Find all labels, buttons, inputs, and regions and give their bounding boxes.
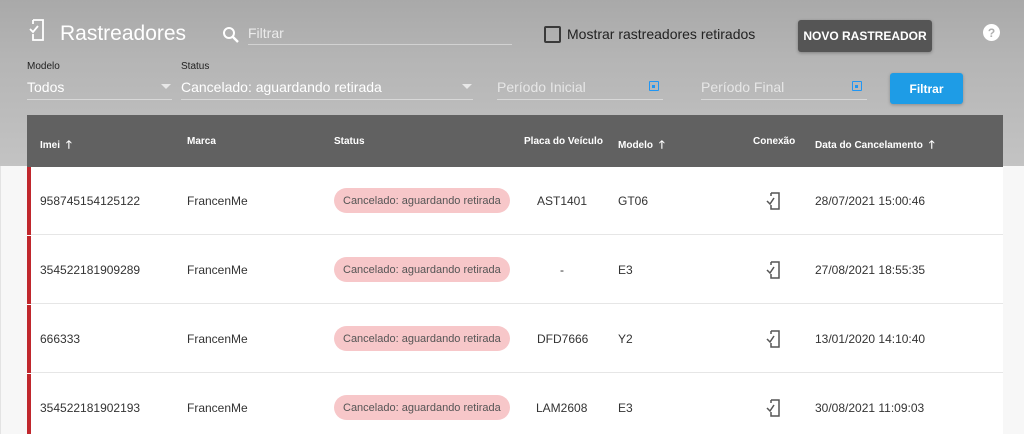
table-row[interactable]: 666333 FrancenMe Cancelado: aguardando r…	[27, 305, 1003, 373]
row-status-bar	[27, 236, 31, 304]
modelo-cell: E3	[618, 263, 633, 277]
modelo-cell: Y2	[618, 332, 633, 346]
status-badge: Cancelado: aguardando retirada	[334, 395, 510, 420]
show-retired-label: Mostrar rastreadores retirados	[567, 26, 756, 42]
column-header-status: Status	[334, 136, 365, 147]
placa-cell: LAM2608	[536, 401, 588, 415]
column-header-marca: Marca	[187, 136, 216, 147]
placa-cell: DFD7666	[537, 332, 589, 346]
sort-arrow-icon[interactable]: 🡑	[659, 136, 665, 155]
column-header-imei[interactable]: Imei 🡑	[40, 136, 72, 155]
table-row[interactable]: 354522181909289 FrancenMe Cancelado: agu…	[27, 236, 1003, 304]
new-tracker-button[interactable]: NOVO RASTREADOR	[798, 20, 932, 52]
page-title: Rastreadores	[60, 22, 187, 45]
row-status-bar	[27, 374, 31, 434]
table-row[interactable]: 958745154125122 FrancenMe Cancelado: agu…	[27, 167, 1003, 235]
sort-arrow-icon[interactable]: 🡑	[66, 136, 72, 155]
modelo-select[interactable]: Todos	[27, 79, 64, 95]
modelo-cell: GT06	[618, 194, 649, 208]
trackers-table: Imei 🡑 Marca Status Placa do Veículo Mode…	[27, 115, 1003, 434]
connection-icon	[766, 261, 780, 279]
modelo-underline	[27, 99, 172, 100]
imei-cell: 958745154125122	[40, 194, 141, 208]
table-header: Imei 🡑 Marca Status Placa do Veículo Mode…	[27, 115, 1003, 167]
connection-icon	[766, 330, 780, 348]
search-input[interactable]	[248, 21, 512, 45]
status-badge: Cancelado: aguardando retirada	[334, 188, 510, 213]
periodo-inicial-underline	[497, 99, 663, 100]
marca-cell: FrancenMe	[187, 401, 248, 415]
filter-button[interactable]: Filtrar	[890, 73, 963, 104]
modelo-label: Modelo	[27, 61, 60, 72]
tracker-phone-icon	[29, 19, 44, 41]
data-cancelamento-cell: 13/01/2020 14:10:40	[815, 332, 926, 346]
row-status-bar	[27, 305, 31, 373]
calendar-icon[interactable]	[649, 81, 659, 91]
chevron-down-icon[interactable]	[462, 84, 472, 89]
status-underline	[181, 99, 473, 100]
imei-cell: 354522181909289	[40, 263, 141, 277]
placa-cell: AST1401	[537, 194, 588, 208]
status-select[interactable]: Cancelado: aguardando retirada	[181, 79, 382, 95]
placa-cell: -	[560, 263, 564, 277]
column-header-modelo[interactable]: Modelo 🡑	[618, 136, 665, 155]
status-badge: Cancelado: aguardando retirada	[334, 326, 510, 351]
imei-cell: 354522181902193	[40, 401, 141, 415]
connection-icon	[766, 399, 780, 417]
imei-cell: 666333	[40, 332, 81, 346]
marca-cell: FrancenMe	[187, 194, 248, 208]
help-icon[interactable]: ?	[983, 24, 1000, 41]
column-header-conexao: Conexão	[753, 136, 796, 147]
marca-cell: FrancenMe	[187, 263, 248, 277]
chevron-down-icon[interactable]	[161, 84, 171, 89]
data-cancelamento-cell: 28/07/2021 15:00:46	[815, 194, 926, 208]
calendar-icon[interactable]	[852, 81, 862, 91]
marca-cell: FrancenMe	[187, 332, 248, 346]
data-cancelamento-cell: 27/08/2021 18:55:35	[815, 263, 926, 277]
sort-arrow-icon[interactable]: 🡑	[929, 136, 935, 155]
search-icon	[223, 27, 239, 43]
column-header-placa: Placa do Veículo	[524, 136, 603, 147]
show-retired-checkbox[interactable]	[544, 26, 561, 43]
status-label: Status	[181, 61, 210, 72]
column-header-data-cancelamento[interactable]: Data do Cancelamento 🡑	[815, 136, 935, 155]
periodo-final-input[interactable]: Período Final	[701, 79, 784, 95]
page-edge	[0, 166, 1, 434]
periodo-inicial-input[interactable]: Período Inicial	[497, 79, 586, 95]
connection-icon	[766, 192, 780, 210]
data-cancelamento-cell: 30/08/2021 11:09:03	[815, 401, 925, 415]
status-badge: Cancelado: aguardando retirada	[334, 257, 510, 282]
periodo-final-underline	[701, 99, 867, 100]
modelo-cell: E3	[618, 401, 633, 415]
table-row[interactable]: 354522181902193 FrancenMe Cancelado: agu…	[27, 374, 1003, 434]
row-status-bar	[27, 167, 31, 235]
